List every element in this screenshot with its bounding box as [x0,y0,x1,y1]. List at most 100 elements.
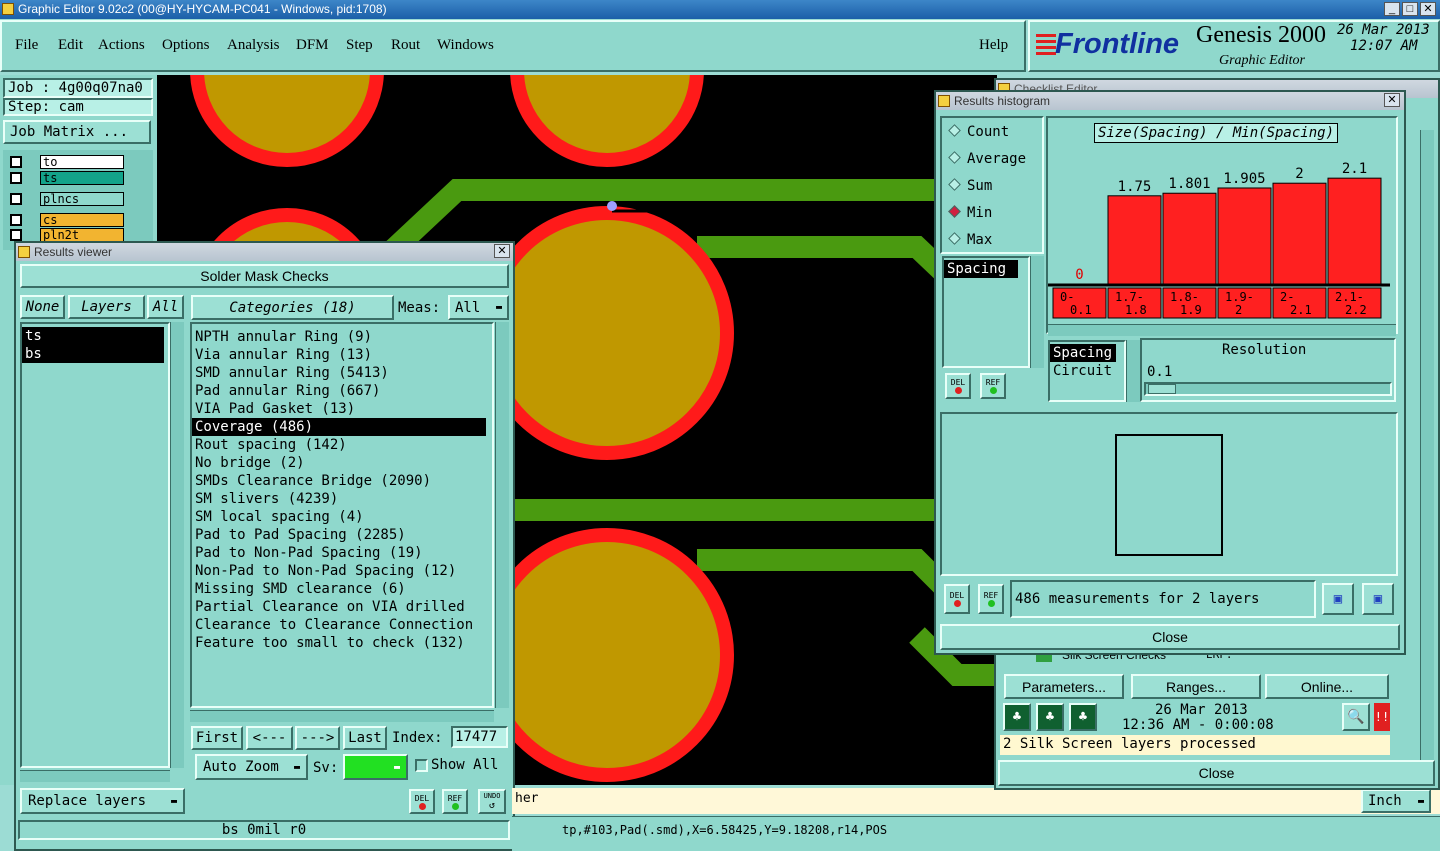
radio-average[interactable]: Average [948,151,1026,167]
preview-del-button[interactable]: DEL [944,584,970,614]
menu-windows[interactable]: Windows [437,37,494,54]
ranges-button[interactable]: Ranges... [1131,674,1261,699]
radio-count[interactable]: Count [948,124,1009,140]
report-icon[interactable]: ▣ [1362,583,1394,615]
layer-ts[interactable]: ts [40,171,124,185]
menu-dfm[interactable]: DFM [296,37,329,54]
menu-edit[interactable]: Edit [58,37,83,54]
categories-button[interactable]: Categories (18) [191,295,394,320]
hist-del-button[interactable]: DEL [945,373,971,399]
units-dropdown[interactable]: Inch ▬ [1361,789,1431,813]
list-item[interactable]: Feature too small to check (132) [192,634,492,652]
list-item[interactable]: SM slivers (4239) [192,490,492,508]
layer-checkbox[interactable] [10,193,22,205]
first-button[interactable]: First [191,726,243,750]
next-button[interactable]: ---> [295,726,340,750]
layers-button[interactable]: Layers [68,295,145,319]
list-item[interactable]: bs [22,345,164,363]
list-item[interactable]: Non-Pad to Non-Pad Spacing (12) [192,562,492,580]
layer-checkbox[interactable] [10,214,22,226]
sv-color-dropdown[interactable]: ▬ [343,754,408,780]
radio-sum[interactable]: Sum [948,178,992,194]
list-item[interactable]: No bridge (2) [192,454,492,472]
list-item[interactable]: Via annular Ring (13) [192,346,492,364]
layer-cs[interactable]: cs [40,213,124,227]
hist-ref-button[interactable]: REF [980,373,1006,399]
maximize-button[interactable]: □ [1402,2,1418,16]
list-item[interactable]: SMDs Clearance Bridge (2090) [192,472,492,490]
undo-button[interactable]: UNDO ↺ [478,789,506,814]
categories-scrollbar[interactable] [495,322,509,708]
results-layer-list[interactable]: ts bs [20,322,170,768]
list-item[interactable]: SM local spacing (4) [192,508,492,526]
histogram-hscrollbar[interactable] [1048,324,1396,336]
list-item-selected[interactable]: Spacing [944,260,1018,278]
menu-step[interactable]: Step [346,37,373,54]
index-input[interactable]: 17477 [451,726,508,748]
list-item[interactable]: Circuit [1050,362,1124,380]
layer-to[interactable]: to [40,155,124,169]
list-item[interactable]: VIA Pad Gasket (13) [192,400,492,418]
layer-checkbox[interactable] [10,229,22,241]
online-button[interactable]: Online... [1265,674,1389,699]
menu-file[interactable]: File [15,37,38,54]
histogram-bar[interactable] [1217,187,1272,285]
menu-help[interactable]: Help [979,37,1008,54]
prev-button[interactable]: <--- [246,726,293,750]
histogram-close-button[interactable]: Close [940,624,1400,650]
histogram-bar[interactable] [1107,195,1162,285]
ref-button[interactable]: REF [442,789,468,814]
layer-checkbox[interactable] [10,172,22,184]
list-item[interactable]: Pad annular Ring (667) [192,382,492,400]
export-icon[interactable]: ▣ [1322,583,1354,615]
none-button[interactable]: None [20,295,65,319]
menu-actions[interactable]: Actions [98,37,145,54]
checklist-close-button[interactable]: Close [998,760,1435,786]
all-layers-button[interactable]: All [147,295,184,319]
show-all-checkbox[interactable] [415,759,428,772]
run-icon[interactable]: ♣ [1036,703,1064,731]
run-icon[interactable]: ♣ [1069,703,1097,731]
close-button[interactable]: ✕ [1420,2,1436,16]
list-item[interactable]: Missing SMD clearance (6) [192,580,492,598]
menu-options[interactable]: Options [162,37,210,54]
histogram-chart[interactable]: 00-0.11.751.7-1.81.8011.8-1.91.9051.9-22… [1048,146,1396,322]
del-button[interactable]: DEL [409,789,435,814]
list-item[interactable]: Pad to Non-Pad Spacing (19) [192,544,492,562]
run-icon[interactable]: ♣ [1003,703,1031,731]
list-item[interactable]: Partial Clearance on VIA drilled [192,598,492,616]
histogram-bar[interactable] [1327,177,1382,285]
preview-ref-button[interactable]: REF [978,584,1004,614]
categories-hscrollbar[interactable] [190,710,494,722]
parameters-button[interactable]: Parameters... [1004,674,1124,699]
last-button[interactable]: Last [343,726,387,750]
layer-pln2t[interactable]: pln2t [40,228,124,242]
list-item[interactable]: SMD annular Ring (5413) [192,364,492,382]
list-item[interactable]: Pad to Pad Spacing (2285) [192,526,492,544]
menu-rout[interactable]: Rout [391,37,420,54]
resolution-scrollbar[interactable] [1126,340,1140,402]
histogram-bar[interactable] [1162,192,1217,285]
radio-max[interactable]: Max [948,232,992,248]
list-item[interactable]: Clearance to Clearance Connection [192,616,492,634]
radio-min[interactable]: Min [948,205,992,221]
auto-zoom-dropdown[interactable]: Auto Zoom ▬ [195,754,308,780]
layer-checkbox[interactable] [10,156,22,168]
measure-list[interactable]: Spacing [942,256,1030,368]
minimize-button[interactable]: _ [1384,2,1400,16]
replace-layers-dropdown[interactable]: Replace layers ▬ [20,788,185,814]
zoom-icon[interactable]: 🔍 [1342,703,1370,731]
list-item-selected[interactable]: Spacing [1050,344,1116,362]
menu-analysis[interactable]: Analysis [227,37,280,54]
list-item[interactable]: ts [22,327,164,345]
list-item-selected[interactable]: Coverage (486) [192,418,486,436]
checklist-scrollbar[interactable] [1420,130,1434,760]
categories-list[interactable]: NPTH annular Ring (9) Via annular Ring (… [190,322,494,708]
results-viewer-close-icon[interactable]: ✕ [494,244,510,258]
list-item[interactable]: NPTH annular Ring (9) [192,328,492,346]
resolution-slider[interactable] [1144,382,1392,396]
job-matrix-button[interactable]: Job Matrix ... [3,120,151,144]
histogram-bar[interactable] [1272,182,1327,285]
layer-list-scrollbar[interactable] [170,322,184,768]
layer-list-hscrollbar[interactable] [20,770,170,782]
